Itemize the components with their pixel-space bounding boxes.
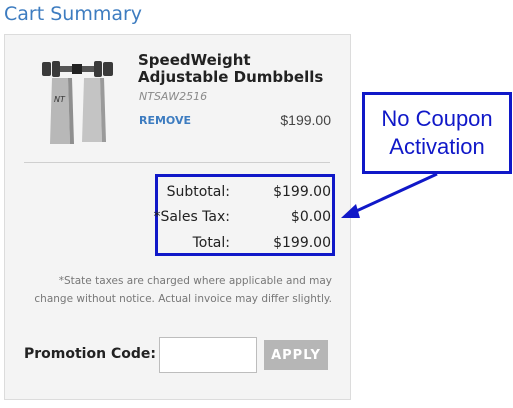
promotion-code-input[interactable] bbox=[159, 337, 257, 373]
subtotal-value: $199.00 bbox=[273, 184, 331, 200]
product-name[interactable]: SpeedWeight Adjustable Dumbbells bbox=[138, 52, 338, 86]
sales-tax-value: $0.00 bbox=[290, 209, 331, 225]
remove-item-link[interactable]: REMOVE bbox=[139, 114, 191, 127]
tax-disclaimer: *State taxes are charged where applicabl… bbox=[24, 272, 332, 308]
item-divider bbox=[24, 162, 330, 163]
annotation-line-2: Activation bbox=[389, 134, 485, 159]
item-price: $199.00 bbox=[280, 112, 331, 128]
tax-disclaimer-line-1: *State taxes are charged where applicabl… bbox=[58, 275, 332, 287]
promotion-code-label: Promotion Code: bbox=[24, 346, 156, 362]
sales-tax-label: *Sales Tax: bbox=[153, 209, 230, 225]
total-label: Total: bbox=[192, 235, 230, 251]
annotation-line-1: No Coupon bbox=[381, 106, 493, 131]
svg-text:NT: NT bbox=[54, 95, 66, 104]
dumbbell-product-image: NT bbox=[42, 61, 113, 144]
total-value: $199.00 bbox=[273, 235, 331, 251]
product-sku: NTSAW2516 bbox=[139, 90, 208, 103]
cart-summary-title: Cart Summary bbox=[4, 3, 143, 25]
tax-disclaimer-line-2: change without notice. Actual invoice ma… bbox=[34, 293, 332, 305]
subtotal-label: Subtotal: bbox=[166, 184, 230, 200]
annotation-callout: No Coupon Activation bbox=[362, 92, 512, 174]
apply-button[interactable]: APPLY bbox=[264, 340, 328, 370]
